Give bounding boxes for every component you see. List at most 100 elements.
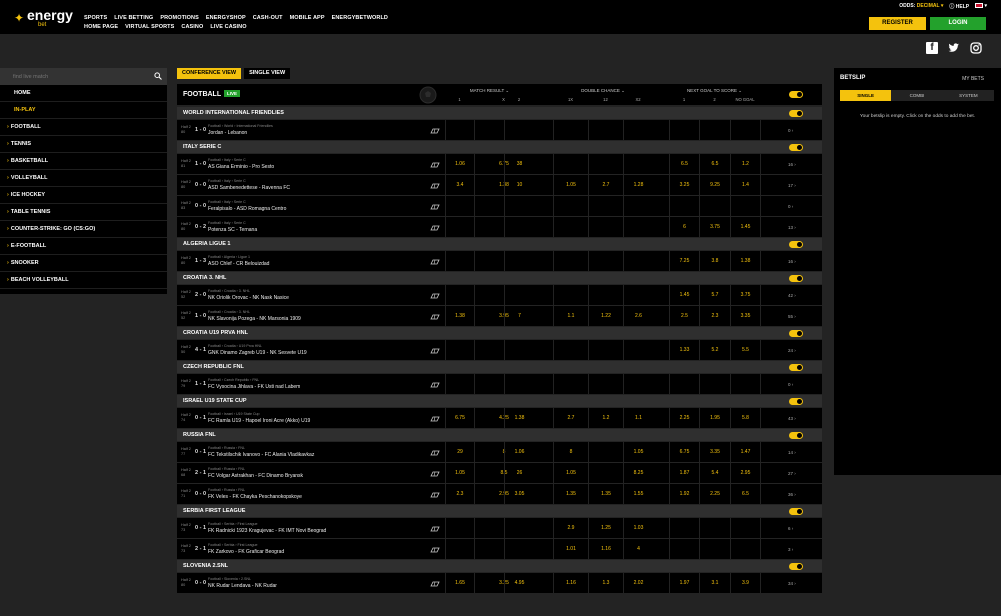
pitch-tracker-icon[interactable] bbox=[430, 382, 440, 388]
odds-cell[interactable] bbox=[445, 251, 474, 271]
league-toggle[interactable] bbox=[789, 330, 803, 337]
match-teams[interactable]: ASD Sambenedettese - Ravenna FC bbox=[208, 185, 290, 191]
more-markets-link[interactable]: 0 › bbox=[788, 128, 793, 133]
odds-cell[interactable] bbox=[588, 217, 623, 237]
match-teams[interactable]: NK Slavonija Pozega - NK Marsonia 1909 bbox=[208, 316, 301, 322]
more-markets-link[interactable]: 16 › bbox=[788, 259, 796, 264]
odds-cell[interactable]: 5.7 bbox=[699, 285, 730, 305]
facebook-icon[interactable]: f bbox=[926, 42, 938, 54]
odds-cell[interactable]: 1.38 bbox=[445, 306, 474, 326]
league-toggle[interactable] bbox=[789, 432, 803, 439]
odds-cell[interactable] bbox=[504, 217, 534, 237]
more-markets-link[interactable]: 0 › bbox=[788, 382, 793, 387]
table-row[interactable]: Half 2 81 1 - 0 Football › Italy › Serie C A… bbox=[177, 154, 822, 175]
odds-cell[interactable]: 1.22 bbox=[588, 306, 623, 326]
table-row[interactable]: Half 2 52 2 - 0 Football › Croatia › 3. NHL… bbox=[177, 285, 822, 306]
help-link[interactable]: ⓘ HELP bbox=[949, 3, 969, 10]
more-markets-link[interactable]: 55 › bbox=[788, 314, 796, 319]
table-row[interactable]: Half 2 83 0 - 0 Football › Italy › Serie C F… bbox=[177, 196, 822, 217]
match-teams[interactable]: FK Radnicki 1923 Kragujevac - FK IMT Nov… bbox=[208, 528, 326, 534]
more-markets-link[interactable]: 14 › bbox=[788, 450, 796, 455]
more-markets-link[interactable]: 0 › bbox=[788, 204, 793, 209]
odds-cell[interactable] bbox=[553, 374, 588, 394]
odds-cell[interactable]: 1.16 bbox=[553, 573, 588, 593]
pitch-tracker-icon[interactable] bbox=[430, 183, 440, 189]
odds-cell[interactable] bbox=[623, 120, 653, 140]
nav-item[interactable]: PROMOTIONS bbox=[160, 15, 199, 21]
table-row[interactable]: Half 2 80 0 - 0 Football › Italy › Serie C A… bbox=[177, 175, 822, 196]
odds-cell[interactable] bbox=[669, 120, 699, 140]
odds-cell[interactable] bbox=[699, 196, 730, 216]
odds-cell[interactable]: 1.4 bbox=[730, 175, 760, 195]
odds-cell[interactable] bbox=[504, 518, 534, 538]
language-selector[interactable]: ▾ bbox=[975, 3, 987, 10]
nav-item[interactable]: ENERGYBETWORLD bbox=[332, 15, 388, 21]
nav-item[interactable]: VIRTUAL SPORTS bbox=[125, 24, 174, 30]
odds-cell[interactable] bbox=[730, 120, 760, 140]
pitch-tracker-icon[interactable] bbox=[430, 450, 440, 456]
pitch-tracker-icon[interactable] bbox=[430, 492, 440, 498]
league-header[interactable]: ISRAEL U19 STATE CUP bbox=[177, 395, 822, 408]
league-toggle[interactable] bbox=[789, 508, 803, 515]
table-row[interactable]: Half 2 74 0 - 1 Football › Israel › U19 Sta… bbox=[177, 408, 822, 429]
league-toggle[interactable] bbox=[789, 144, 803, 151]
odds-cell[interactable]: 5.5 bbox=[730, 340, 760, 360]
odds-cell[interactable] bbox=[699, 374, 730, 394]
odds-cell[interactable]: 1.55 bbox=[623, 484, 653, 504]
odds-cell[interactable]: 2.25 bbox=[699, 484, 730, 504]
odds-cell[interactable] bbox=[730, 374, 760, 394]
pitch-tracker-icon[interactable] bbox=[430, 162, 440, 168]
more-markets-link[interactable]: 13 › bbox=[788, 225, 796, 230]
odds-cell[interactable] bbox=[730, 539, 760, 559]
sidebar-item-sport[interactable]: › VOLLEYBALL bbox=[0, 170, 167, 187]
more-markets-link[interactable]: 16 › bbox=[788, 162, 796, 167]
odds-cell[interactable]: 1.1 bbox=[553, 306, 588, 326]
odds-cell[interactable] bbox=[588, 374, 623, 394]
odds-cell[interactable] bbox=[588, 463, 623, 483]
odds-cell[interactable] bbox=[504, 374, 534, 394]
sidebar-item-inplay[interactable]: IN-PLAY bbox=[0, 102, 167, 119]
odds-cell[interactable]: 1.05 bbox=[553, 463, 588, 483]
odds-cell[interactable]: 1.45 bbox=[669, 285, 699, 305]
sidebar-item-sport[interactable]: › BASKETBALL bbox=[0, 153, 167, 170]
odds-cell[interactable]: 1.65 bbox=[445, 573, 474, 593]
odds-cell[interactable]: 1.45 bbox=[730, 217, 760, 237]
sidebar-item-sport[interactable]: › ICE HOCKEY bbox=[0, 187, 167, 204]
search-icon[interactable] bbox=[154, 72, 162, 80]
odds-cell[interactable]: 1.06 bbox=[504, 442, 534, 462]
odds-cell[interactable] bbox=[445, 217, 474, 237]
more-markets-link[interactable]: 43 › bbox=[788, 416, 796, 421]
league-header[interactable]: WORLD INTERNATIONAL FRIENDLIES bbox=[177, 107, 822, 120]
odds-cell[interactable] bbox=[504, 251, 534, 271]
league-toggle[interactable] bbox=[789, 398, 803, 405]
odds-cell[interactable]: 1.25 bbox=[588, 518, 623, 538]
login-button[interactable]: LOGIN bbox=[930, 17, 986, 30]
all-markets-toggle[interactable] bbox=[789, 91, 803, 98]
odds-cell[interactable]: 1.35 bbox=[588, 484, 623, 504]
pitch-tracker-icon[interactable] bbox=[430, 225, 440, 231]
odds-cell[interactable]: 26 bbox=[504, 463, 534, 483]
nav-item[interactable]: MOBILE APP bbox=[290, 15, 325, 21]
odds-cell[interactable]: 8.25 bbox=[623, 463, 653, 483]
odds-cell[interactable]: 6.5 bbox=[669, 154, 699, 174]
pitch-tracker-icon[interactable] bbox=[430, 204, 440, 210]
odds-cell[interactable]: 9.25 bbox=[699, 175, 730, 195]
odds-cell[interactable]: 1.38 bbox=[504, 408, 534, 428]
more-markets-link[interactable]: 42 › bbox=[788, 293, 796, 298]
odds-cell[interactable] bbox=[553, 154, 588, 174]
match-teams[interactable]: Feralpisalo - ASD Romagna Centro bbox=[208, 206, 286, 212]
table-row[interactable]: Half 2 50 4 - 1 Football › Croatia › U19 Pr… bbox=[177, 340, 822, 361]
odds-cell[interactable] bbox=[623, 217, 653, 237]
table-row[interactable]: Half 2 77 0 - 1 Football › Russia › FNL FC T… bbox=[177, 442, 822, 463]
sidebar-item-sport[interactable]: › TENNIS bbox=[0, 136, 167, 153]
odds-cell[interactable] bbox=[623, 285, 653, 305]
table-row[interactable]: Half 2 79 1 - 1 Football › Czech Republic ›… bbox=[177, 374, 822, 395]
nav-item[interactable]: LIVE BETTING bbox=[114, 15, 153, 21]
odds-cell[interactable]: 2.5 bbox=[669, 306, 699, 326]
odds-cell[interactable]: 3.75 bbox=[730, 285, 760, 305]
odds-cell[interactable] bbox=[588, 154, 623, 174]
nav-item[interactable]: CASINO bbox=[181, 24, 203, 30]
odds-cell[interactable]: 2.02 bbox=[623, 573, 653, 593]
match-teams[interactable]: GNK Dinamo Zagreb U19 - NK Sesvete U19 bbox=[208, 350, 307, 356]
odds-cell[interactable] bbox=[669, 518, 699, 538]
